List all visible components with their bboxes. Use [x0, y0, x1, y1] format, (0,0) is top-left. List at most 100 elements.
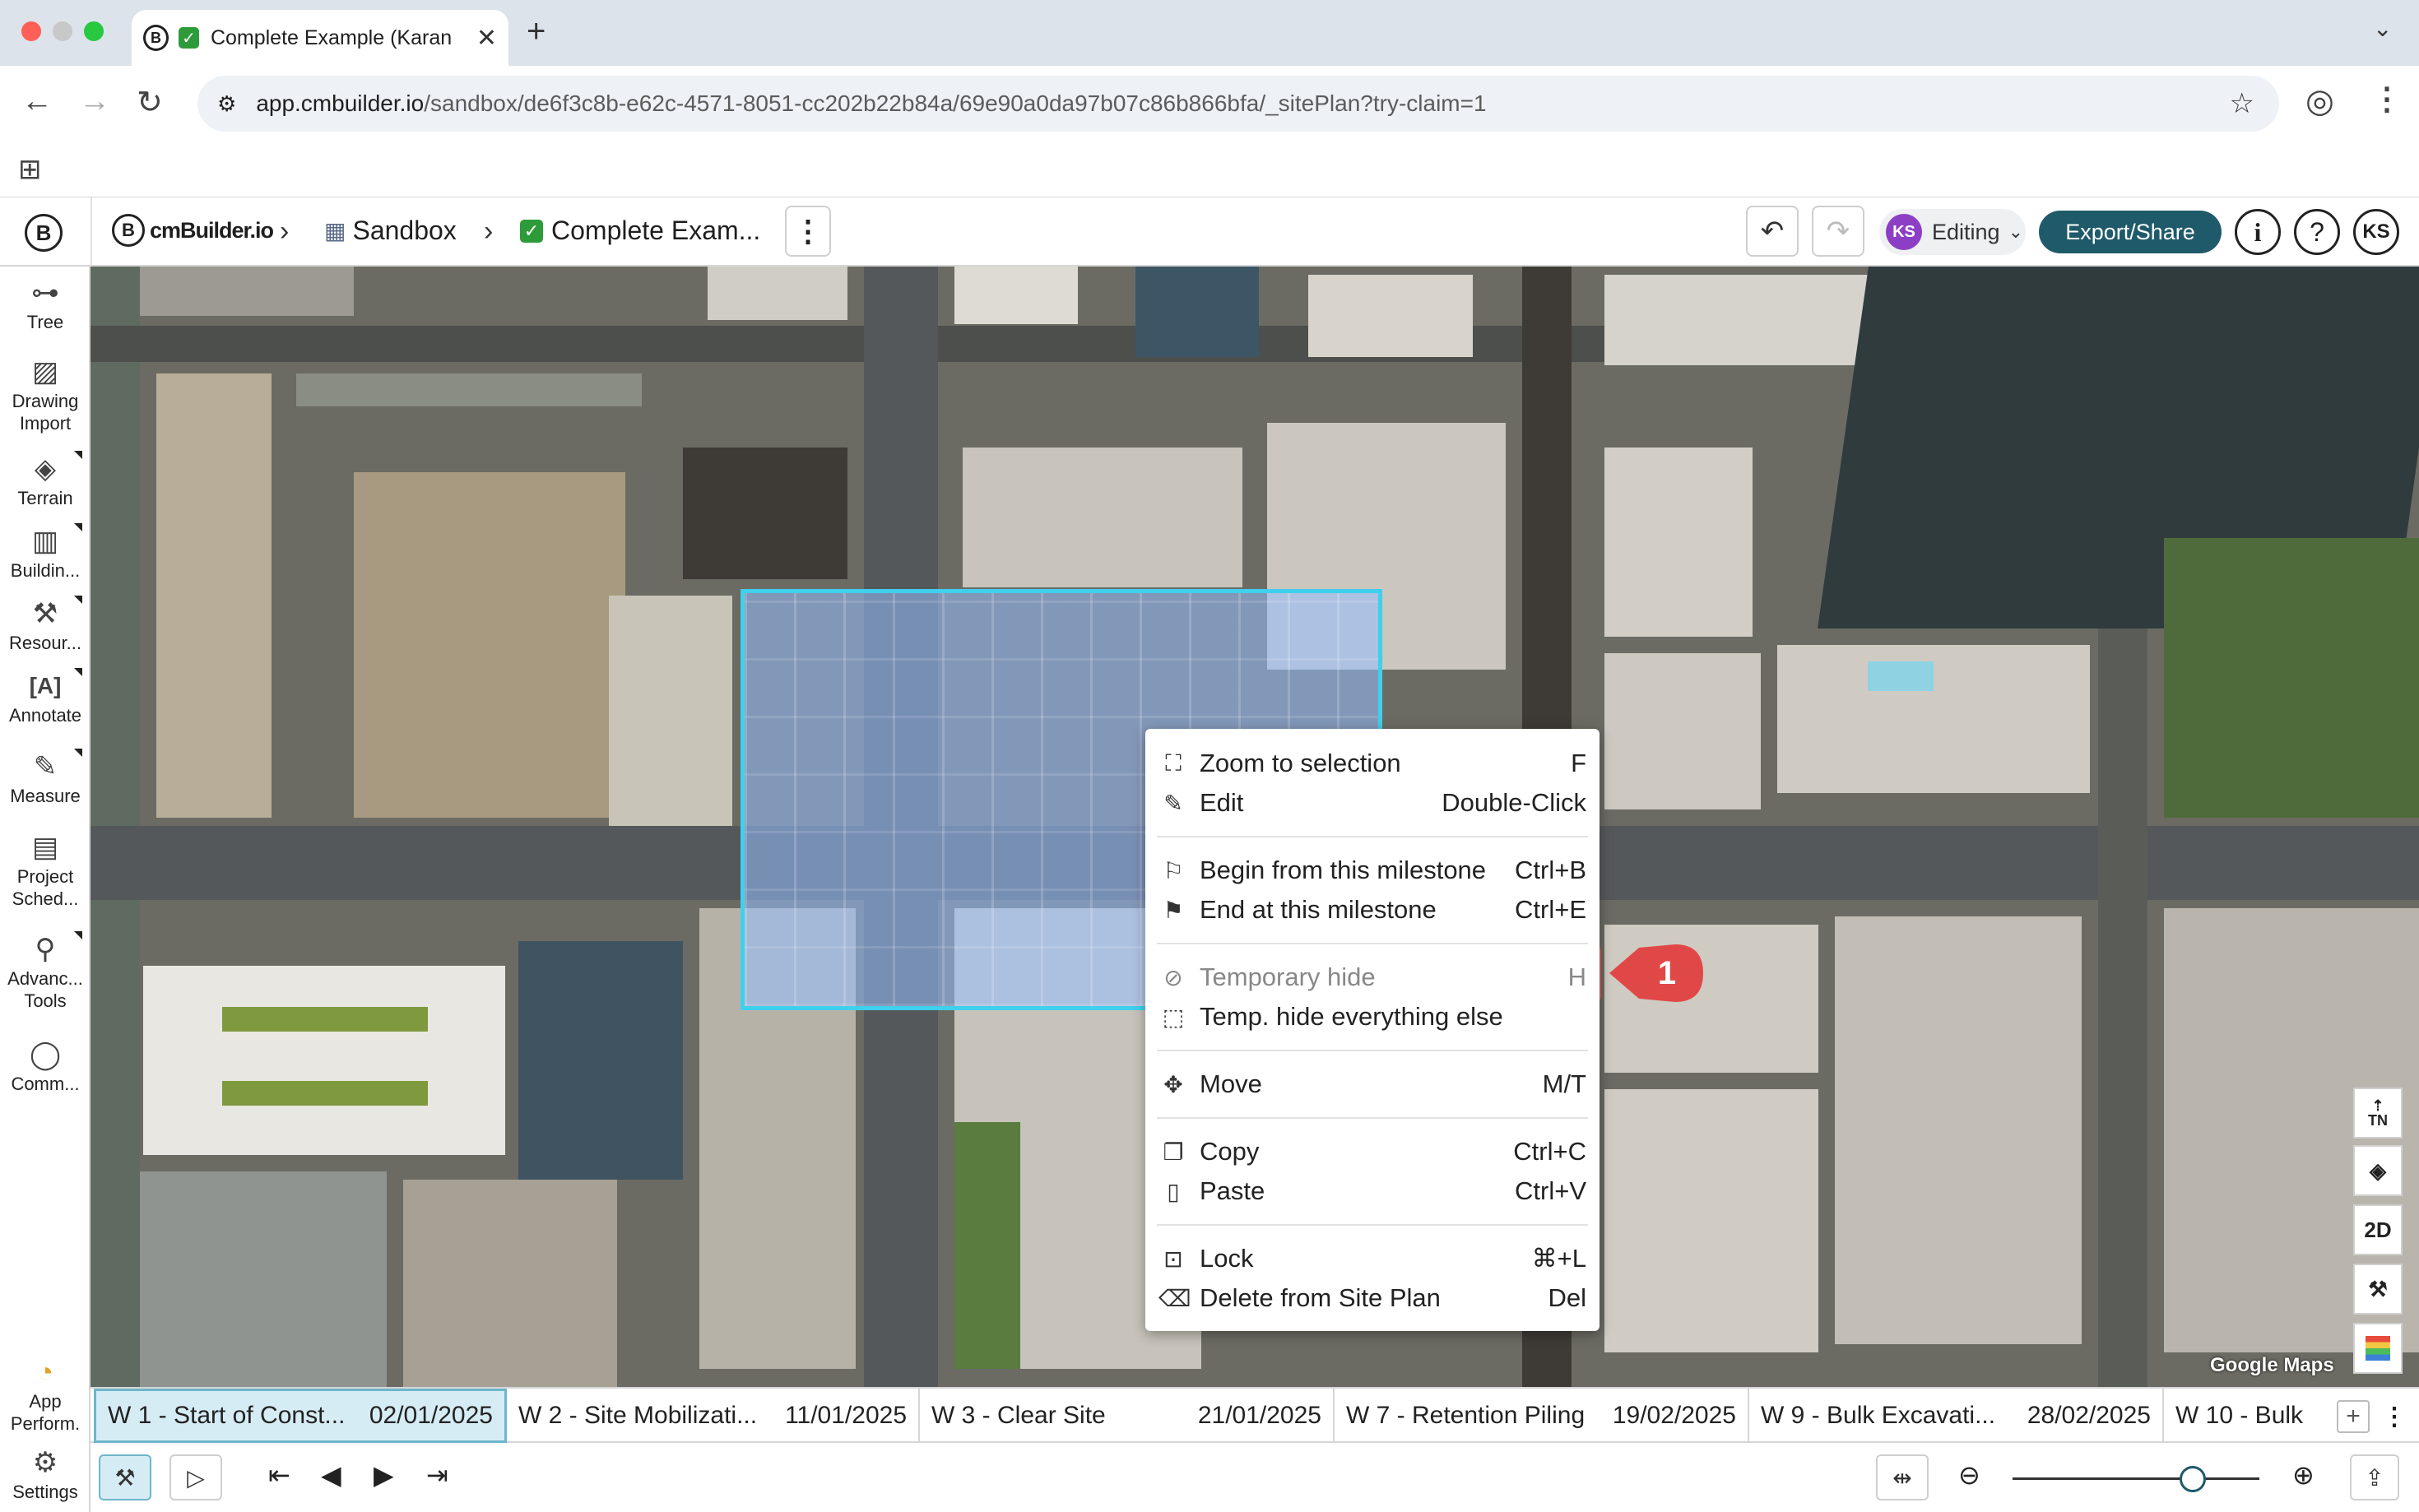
url-field[interactable]: ⚙ app.cmbuilder.io/sandbox/de6f3c8b-e62c…: [197, 76, 2279, 132]
menu-item-delete-from-site-plan[interactable]: ⌫ Delete from Site Plan Del: [1145, 1278, 1600, 1318]
animation-view-button[interactable]: ▷: [169, 1454, 222, 1500]
apps-grid-icon[interactable]: ⊞: [18, 153, 42, 186]
zoom-slider-handle[interactable]: [2180, 1466, 2206, 1492]
upload-export-button[interactable]: ⇪: [2350, 1454, 2399, 1500]
browser-tab[interactable]: B ✓ Complete Example (Karan ✕: [132, 10, 508, 66]
menu-item-label: Lock: [1200, 1244, 1254, 1273]
help-icon[interactable]: ?: [2294, 209, 2340, 255]
new-tab-button[interactable]: +: [527, 13, 546, 50]
tool-annotate[interactable]: [A] Annotate: [0, 668, 91, 726]
tool-label: Comm...: [11, 1074, 80, 1094]
map-style-button[interactable]: [2353, 1323, 2403, 1374]
milestone-tab[interactable]: W 10 - Bulk: [2164, 1389, 2328, 1443]
user-avatar-button[interactable]: KS: [2353, 209, 2399, 255]
tool-label-line2: Perform.: [10, 1413, 81, 1434]
redo-button[interactable]: ↷: [1812, 206, 1864, 257]
move-arrows-icon: ✥: [1163, 1071, 1183, 1097]
brand-logo[interactable]: B cmBuilder.io: [112, 214, 274, 247]
layers-icon: ◈: [2370, 1157, 2386, 1183]
tool-label-line2: Sched...: [12, 888, 79, 909]
menu-item-shortcut: Ctrl+B: [1515, 856, 1586, 884]
tool-label: Project: [16, 866, 74, 887]
maximize-window-button[interactable]: [84, 21, 104, 41]
arrow-up-icon: ⇡: [2371, 1097, 2384, 1114]
zoom-out-icon[interactable]: ⊖: [1958, 1459, 1980, 1491]
menu-item-temporary-hide[interactable]: ⊘ Temporary hide H: [1145, 958, 1600, 997]
browser-menu-icon[interactable]: ⋮: [2371, 81, 2403, 118]
step-back-icon[interactable]: ◀: [321, 1459, 341, 1491]
menu-item-paste[interactable]: ▯ Paste Ctrl+V: [1145, 1171, 1600, 1211]
site-settings-icon[interactable]: ⚙: [217, 91, 236, 117]
layers-toggle-button[interactable]: ◈: [2353, 1145, 2403, 1196]
map-building: [140, 267, 354, 316]
forward-arrow-icon[interactable]: →: [79, 84, 110, 119]
building-icon: ▦: [324, 218, 346, 243]
menu-item-end-at-milestone[interactable]: ⚑ End at this milestone Ctrl+E: [1145, 890, 1600, 930]
close-window-button[interactable]: [21, 21, 41, 41]
editing-mode-dropdown[interactable]: KS Editing ⌄: [1879, 209, 2026, 255]
minimize-window-button[interactable]: [53, 21, 72, 41]
tool-advanced-tools[interactable]: ⚲ Advanc... Tools: [0, 931, 91, 1012]
tool-project-schedule[interactable]: ▤ Project Sched...: [0, 833, 91, 910]
brand-name: cmBuilder.io: [150, 217, 274, 243]
milestone-tab[interactable]: W 3 - Clear Site 21/01/2025: [920, 1389, 1335, 1443]
map-building: [963, 448, 1242, 587]
menu-divider: [1157, 1117, 1588, 1119]
crane-view-button[interactable]: ⚒: [2353, 1264, 2403, 1315]
map-building: [156, 373, 272, 818]
tool-drawing-import[interactable]: ▨ Drawing Import: [0, 357, 91, 434]
crane-icon: ⚒: [114, 1464, 136, 1491]
step-callout-badge: 1: [1609, 944, 1703, 1002]
milestone-tab[interactable]: W 1 - Start of Const... 02/01/2025: [94, 1389, 507, 1443]
tool-tree[interactable]: ⊶ Tree: [0, 278, 91, 333]
tool-settings[interactable]: ⚙ Settings: [0, 1448, 91, 1503]
profile-icon[interactable]: ◎: [2305, 82, 2334, 120]
menu-item-edit[interactable]: ✎ Edit Double-Click: [1145, 783, 1600, 823]
tool-measure[interactable]: ✎ Measure: [0, 749, 91, 807]
milestone-tab[interactable]: W 2 - Site Mobilizati... 11/01/2025: [507, 1389, 920, 1443]
jump-to-end-icon[interactable]: ⇥: [426, 1459, 448, 1491]
info-icon[interactable]: i: [2235, 209, 2281, 255]
undo-button[interactable]: ↶: [1746, 206, 1799, 257]
reload-icon[interactable]: ↻: [137, 84, 163, 121]
project-menu-button[interactable]: ⋮: [785, 206, 831, 257]
breadcrumb-sandbox[interactable]: ▦ Sandbox: [324, 216, 457, 246]
timeline-more-icon[interactable]: ⋮: [2378, 1398, 2411, 1435]
menu-item-temp-hide-everything-else[interactable]: ⬚ Temp. hide everything else: [1145, 997, 1600, 1037]
add-milestone-button[interactable]: +: [2337, 1400, 2370, 1433]
milestone-name: W 2 - Site Mobilizati...: [518, 1402, 758, 1429]
step-forward-icon[interactable]: ▶: [374, 1459, 394, 1491]
menu-item-copy[interactable]: ❐ Copy Ctrl+C: [1145, 1132, 1600, 1171]
tool-buildings[interactable]: ▥ Buildin...: [0, 523, 91, 582]
bottom-controls: ⚒ ▷ ⇤ ◀ ▶ ⇥ ⇹ ⊖ ⊕ ⇪: [91, 1443, 2419, 1512]
jump-to-start-icon[interactable]: ⇤: [268, 1459, 290, 1491]
app-logo-icon[interactable]: B: [25, 214, 63, 252]
tool-label: Buildin...: [10, 560, 81, 581]
fit-width-button[interactable]: ⇹: [1876, 1454, 1929, 1500]
breadcrumb-project[interactable]: ✓ Complete Exam...: [520, 216, 760, 246]
export-share-button[interactable]: Export/Share: [2039, 211, 2222, 253]
milestone-date: 21/01/2025: [1197, 1402, 1321, 1429]
menu-item-begin-from-milestone[interactable]: ⚐ Begin from this milestone Ctrl+B: [1145, 851, 1600, 890]
tab-search-chevron-icon[interactable]: ⌄: [2373, 15, 2392, 42]
menu-item-label: Paste: [1200, 1176, 1265, 1205]
milestone-tab[interactable]: W 9 - Bulk Excavati... 28/02/2025: [1749, 1389, 2164, 1443]
menu-item-move[interactable]: ✥ Move M/T: [1145, 1064, 1600, 1104]
milestone-tab[interactable]: W 7 - Retention Piling 19/02/2025: [1335, 1389, 1749, 1443]
menu-item-zoom-to-selection[interactable]: ⛶ Zoom to selection F: [1145, 744, 1600, 783]
site-plan-view-button[interactable]: ⚒: [99, 1454, 151, 1500]
tab-close-icon[interactable]: ✕: [476, 24, 497, 53]
submenu-indicator-icon: [74, 668, 82, 676]
tool-resources[interactable]: ⚒ Resour...: [0, 596, 91, 654]
bookmark-star-icon[interactable]: ☆: [2230, 87, 2254, 120]
tool-app-performance[interactable]: ◔ App Perform.: [0, 1357, 91, 1435]
tab-title: Complete Example (Karan: [210, 26, 453, 49]
tool-terrain[interactable]: ◈ Terrain: [0, 451, 91, 509]
zoom-in-icon[interactable]: ⊕: [2292, 1459, 2315, 1491]
menu-item-lock[interactable]: ⊡ Lock ⌘+L: [1145, 1239, 1600, 1278]
back-arrow-icon[interactable]: ←: [21, 84, 53, 119]
north-arrow-button[interactable]: ⇡ TN: [2353, 1088, 2403, 1139]
tool-comments[interactable]: ◯ Comm...: [0, 1040, 91, 1095]
zoom-slider[interactable]: [2013, 1477, 2259, 1480]
view-2d-button[interactable]: 2D: [2353, 1204, 2403, 1255]
